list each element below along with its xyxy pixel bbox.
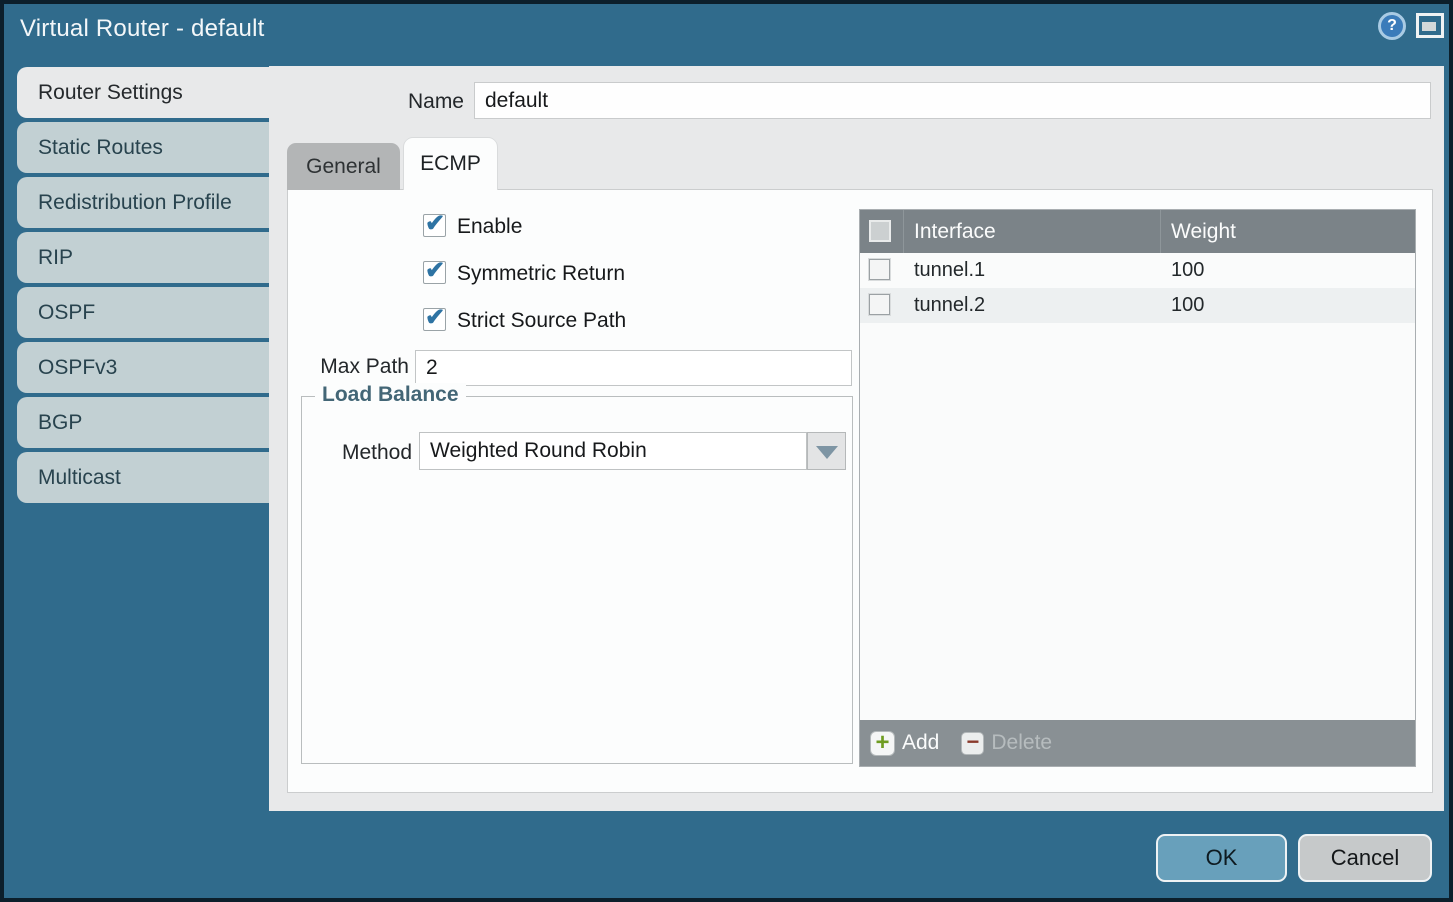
checkmark-icon: ✔ <box>425 256 445 285</box>
virtual-router-dialog: Virtual Router - default ? Router Settin… <box>4 4 1449 898</box>
select-all-checkbox[interactable] <box>869 220 891 242</box>
row-checkbox[interactable] <box>869 259 890 280</box>
name-input[interactable] <box>474 82 1431 119</box>
table-header: Interface Weight <box>860 210 1415 253</box>
add-button-label: Add <box>902 731 939 755</box>
sidebar-item-bgp[interactable]: BGP <box>17 397 269 448</box>
sidebar-item-redistribution-profile[interactable]: Redistribution Profile <box>17 177 269 228</box>
checkmark-icon: ✔ <box>425 209 445 238</box>
minus-icon: − <box>961 732 984 755</box>
method-dropdown-button[interactable] <box>807 432 846 470</box>
symmetric-return-label: Symmetric Return <box>457 262 625 286</box>
sidebar-item-static-routes[interactable]: Static Routes <box>17 122 269 173</box>
weight-cell: 100 <box>1160 288 1415 323</box>
interface-cell: tunnel.1 <box>903 253 1160 288</box>
sidebar-item-rip[interactable]: RIP <box>17 232 269 283</box>
enable-label: Enable <box>457 215 522 239</box>
max-path-input[interactable] <box>415 350 852 386</box>
window-restore-icon-inner <box>1422 22 1436 31</box>
add-button[interactable]: + Add <box>870 731 939 756</box>
method-select[interactable]: Weighted Round Robin <box>419 432 807 470</box>
symmetric-return-checkbox[interactable]: ✔ <box>423 261 446 284</box>
method-label: Method <box>284 441 412 465</box>
row-checkbox[interactable] <box>869 294 890 315</box>
interface-cell: tunnel.2 <box>903 288 1160 323</box>
header-checkbox-cell <box>860 210 903 253</box>
tab-general[interactable]: General <box>287 143 400 190</box>
help-icon[interactable]: ? <box>1378 12 1406 40</box>
checkmark-icon: ✔ <box>425 303 445 332</box>
sidebar-item-router-settings[interactable]: Router Settings <box>17 67 275 118</box>
table-footer: + Add − Delete <box>860 720 1415 766</box>
sidebar-item-ospf[interactable]: OSPF <box>17 287 269 338</box>
name-label: Name <box>274 84 464 120</box>
cancel-button[interactable]: Cancel <box>1298 834 1432 882</box>
ecmp-interface-table: Interface Weight tunnel.1 100 tunnel.2 1… <box>859 209 1416 767</box>
delete-button[interactable]: − Delete <box>961 731 1052 755</box>
max-path-label: Max Path <box>269 355 409 379</box>
row-checkbox-cell <box>860 288 903 323</box>
sidebar-item-multicast[interactable]: Multicast <box>17 452 269 503</box>
table-row[interactable]: tunnel.1 100 <box>860 253 1415 288</box>
weight-column-header: Weight <box>1160 210 1415 253</box>
dialog-frame: Virtual Router - default ? Router Settin… <box>0 0 1453 902</box>
strict-source-path-label: Strict Source Path <box>457 309 626 333</box>
enable-checkbox[interactable]: ✔ <box>423 214 446 237</box>
plus-icon: + <box>870 731 895 756</box>
sidebar-item-ospfv3[interactable]: OSPFv3 <box>17 342 269 393</box>
table-row[interactable]: tunnel.2 100 <box>860 288 1415 323</box>
interface-column-header: Interface <box>903 210 1160 253</box>
load-balance-title: Load Balance <box>315 383 466 407</box>
chevron-down-icon <box>816 446 838 459</box>
dialog-title: Virtual Router - default <box>20 15 264 43</box>
strict-source-path-checkbox[interactable]: ✔ <box>423 308 446 331</box>
delete-button-label: Delete <box>991 731 1052 755</box>
weight-cell: 100 <box>1160 253 1415 288</box>
window-restore-icon[interactable] <box>1416 13 1444 38</box>
row-checkbox-cell <box>860 253 903 288</box>
ok-button[interactable]: OK <box>1156 834 1287 882</box>
tab-ecmp[interactable]: ECMP <box>404 138 497 190</box>
